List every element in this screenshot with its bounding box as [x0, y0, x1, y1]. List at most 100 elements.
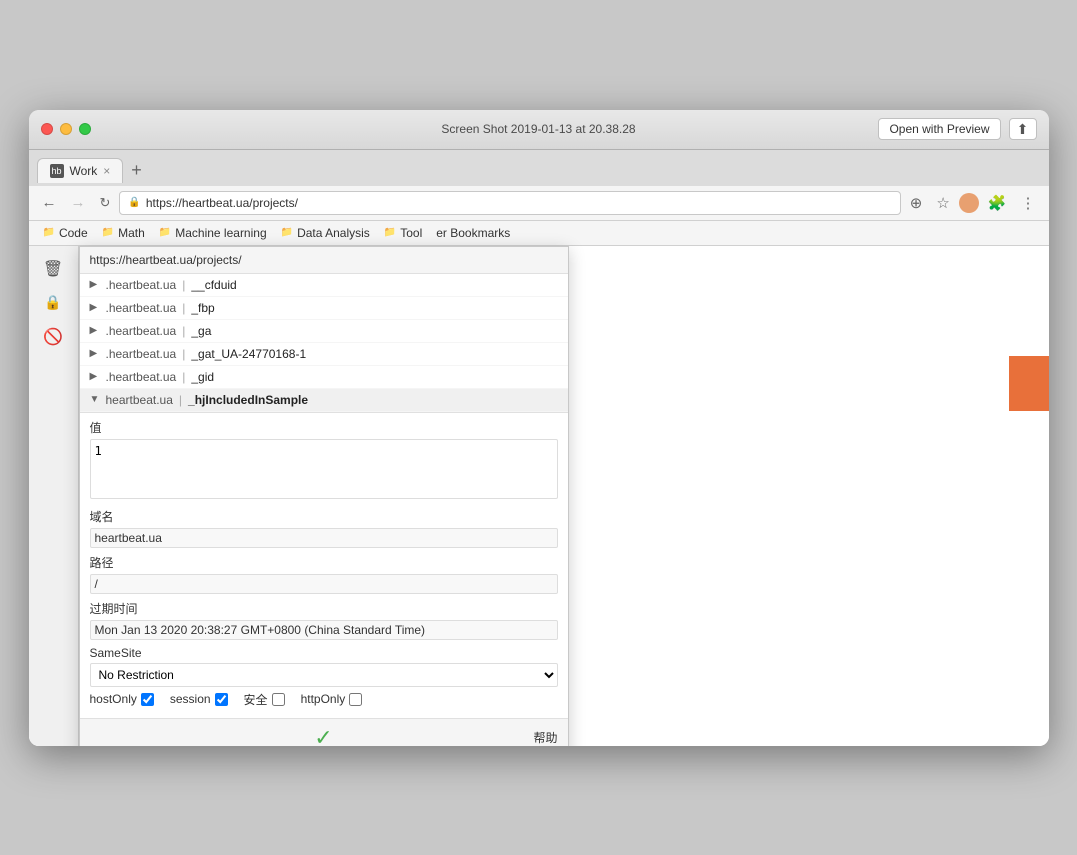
httponly-checkbox[interactable]	[349, 693, 362, 706]
folder-icon: 📁	[159, 227, 171, 238]
translate-button[interactable]: ⊕	[905, 192, 928, 214]
profile-icon[interactable]	[959, 193, 979, 213]
cookie-name: _hjIncludedInSample	[188, 393, 308, 407]
cookie-name: _ga	[191, 324, 211, 338]
bookmark-data[interactable]: 📁 Data Analysis	[275, 224, 376, 242]
cookie-flags-row: hostOnly session 安全 httpOnly	[90, 691, 558, 708]
lock-icon: 🔒	[128, 197, 140, 208]
secure-checkbox-item: 安全	[244, 691, 285, 708]
expand-arrow: ▶	[90, 325, 102, 336]
bookmark-tool[interactable]: 📁 Tool	[378, 224, 428, 242]
httponly-checkbox-item: httpOnly	[301, 692, 363, 706]
open-preview-button[interactable]: Open with Preview	[878, 118, 1000, 140]
folder-icon: 📁	[384, 227, 396, 238]
minimize-button[interactable]	[60, 123, 72, 135]
forward-button[interactable]: →	[66, 192, 91, 213]
back-button[interactable]: ←	[37, 192, 62, 213]
orange-banner	[1009, 356, 1049, 411]
bookmark-button[interactable]: ☆	[931, 192, 954, 214]
new-tab-button[interactable]: +	[127, 160, 146, 181]
hostonly-checkbox[interactable]	[141, 693, 154, 706]
cookie-domain: .heartbeat.ua	[106, 301, 177, 315]
cookie-entries-list: ▶ .heartbeat.ua | __cfduid ▶ .heartbeat.…	[80, 274, 568, 412]
folder-icon: 📁	[281, 227, 293, 238]
active-tab[interactable]: hb Work ×	[37, 158, 124, 183]
cookie-name: _gid	[191, 370, 214, 384]
cookie-name: _fbp	[191, 301, 214, 315]
path-label: 路径	[90, 554, 558, 571]
traffic-lights	[41, 123, 91, 135]
domain-label: 域名	[90, 508, 558, 525]
cookie-entry-ga[interactable]: ▶ .heartbeat.ua | _ga	[80, 320, 568, 343]
cookie-domain: .heartbeat.ua	[106, 370, 177, 384]
menu-button[interactable]: ⋮	[1016, 192, 1041, 214]
cookie-entry-cfduid[interactable]: ▶ .heartbeat.ua | __cfduid	[80, 274, 568, 297]
url-text: https://heartbeat.ua/projects/	[146, 196, 298, 210]
expand-arrow: ▶	[90, 279, 102, 290]
folder-icon: 📁	[102, 227, 114, 238]
folder-icon: 📁	[43, 227, 55, 238]
browser-chrome: hb Work × + ← → ↻ 🔒 https://heartbeat.ua…	[29, 150, 1049, 246]
cookie-domain: .heartbeat.ua	[106, 324, 177, 338]
address-bar: ← → ↻ 🔒 https://heartbeat.ua/projects/ ⊕…	[29, 186, 1049, 221]
path-value: /	[90, 574, 558, 594]
cookie-entry-gid[interactable]: ▶ .heartbeat.ua | _gid	[80, 366, 568, 389]
expand-arrow: ▶	[90, 371, 102, 382]
hostonly-label: hostOnly	[90, 692, 137, 706]
expiry-label: 过期时间	[90, 600, 558, 617]
bookmark-other[interactable]: er Bookmarks	[430, 224, 516, 242]
samesite-select[interactable]: No Restriction Lax Strict	[90, 663, 558, 687]
session-checkbox-item: session	[170, 692, 228, 706]
bookmark-math[interactable]: 📁 Math	[96, 224, 151, 242]
cookie-detail-form: 值 1 域名 heartbeat.ua 路径 / 过期时间 Mon Jan 13…	[80, 412, 568, 718]
window-title: Screen Shot 2019-01-13 at 20.38.28	[441, 122, 635, 136]
tab-close-button[interactable]: ×	[103, 164, 110, 178]
cookie-name: __cfduid	[191, 278, 236, 292]
expand-arrow: ▼	[90, 394, 102, 405]
close-button[interactable]	[41, 123, 53, 135]
session-label: session	[170, 692, 211, 706]
tab-title: Work	[70, 164, 98, 178]
confirm-button[interactable]: ✓	[314, 725, 332, 746]
cookie-domain: .heartbeat.ua	[106, 278, 177, 292]
refresh-button[interactable]: ↻	[95, 193, 116, 213]
domain-value: heartbeat.ua	[90, 528, 558, 548]
extension-button[interactable]: 🧩	[983, 192, 1012, 214]
share-button[interactable]: ⬆	[1009, 118, 1037, 140]
cookie-entry-hj[interactable]: ▼ heartbeat.ua | _hjIncludedInSample	[80, 389, 568, 412]
delete-tool[interactable]: 🗑	[38, 254, 68, 284]
value-input[interactable]: 1	[90, 439, 558, 499]
cookie-name: _gat_UA-24770168-1	[191, 347, 306, 361]
bookmark-code[interactable]: 📁 Code	[37, 224, 94, 242]
cookie-url: https://heartbeat.ua/projects/	[90, 253, 242, 267]
block-tool[interactable]: 🚫	[38, 322, 68, 352]
tab-favicon: hb	[50, 164, 64, 178]
cookie-domain: .heartbeat.ua	[106, 347, 177, 361]
tab-bar: hb Work × +	[29, 150, 1049, 186]
httponly-label: httpOnly	[301, 692, 346, 706]
cookie-popup-footer: ✓ 帮助	[80, 718, 568, 746]
title-bar-actions: Open with Preview ⬆	[878, 118, 1036, 140]
cookie-entry-fbp[interactable]: ▶ .heartbeat.ua | _fbp	[80, 297, 568, 320]
bookmark-ml[interactable]: 📁 Machine learning	[153, 224, 273, 242]
window-frame: Screen Shot 2019-01-13 at 20.38.28 Open …	[29, 110, 1049, 746]
cookie-domain: heartbeat.ua	[106, 393, 173, 407]
secure-label: 安全	[244, 691, 268, 708]
expand-arrow: ▶	[90, 302, 102, 313]
maximize-button[interactable]	[79, 123, 91, 135]
hostonly-checkbox-item: hostOnly	[90, 692, 154, 706]
cookie-popup: https://heartbeat.ua/projects/ ▶ .heartb…	[79, 246, 569, 746]
cookie-list-header: https://heartbeat.ua/projects/	[80, 247, 568, 274]
bookmarks-bar: 📁 Code 📁 Math 📁 Machine learning 📁 Data …	[29, 221, 1049, 246]
title-bar: Screen Shot 2019-01-13 at 20.38.28 Open …	[29, 110, 1049, 150]
value-label: 值	[90, 419, 558, 436]
expiry-value: Mon Jan 13 2020 20:38:27 GMT+0800 (China…	[90, 620, 558, 640]
samesite-label: SameSite	[90, 646, 558, 660]
help-button[interactable]: 帮助	[533, 729, 557, 746]
lock-tool[interactable]: 🔒	[38, 288, 68, 318]
left-panel: 🗑 🔒 🚫	[29, 246, 79, 746]
url-bar[interactable]: 🔒 https://heartbeat.ua/projects/	[119, 191, 900, 215]
secure-checkbox[interactable]	[272, 693, 285, 706]
session-checkbox[interactable]	[215, 693, 228, 706]
cookie-entry-gat[interactable]: ▶ .heartbeat.ua | _gat_UA-24770168-1	[80, 343, 568, 366]
